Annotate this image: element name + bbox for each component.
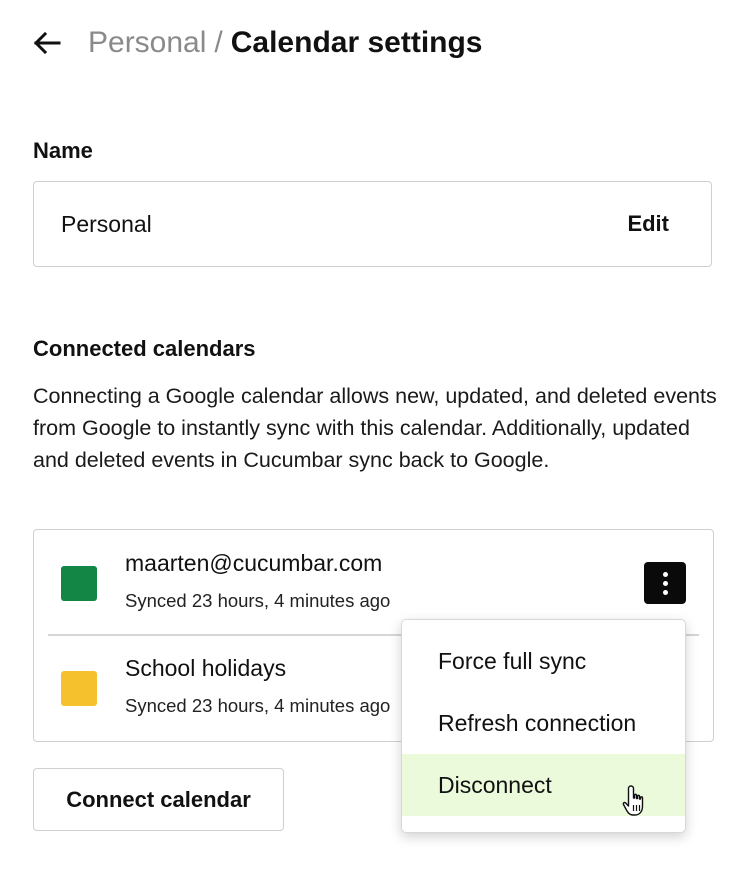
calendar-color-swatch <box>61 566 97 601</box>
back-arrow-icon[interactable] <box>33 29 61 57</box>
calendar-sync-status: Synced 23 hours, 4 minutes ago <box>125 590 391 611</box>
page-title: Calendar settings <box>230 26 483 59</box>
calendar-color-swatch <box>61 671 97 706</box>
calendar-options-menu: Force full sync Refresh connection Disco… <box>401 619 686 833</box>
calendar-sync-status: Synced 23 hours, 4 minutes ago <box>125 695 391 716</box>
connect-calendar-button[interactable]: Connect calendar <box>33 768 284 831</box>
more-options-icon[interactable] <box>644 562 686 604</box>
calendar-name: maarten@cucumbar.com <box>125 550 383 576</box>
breadcrumb-separator: / <box>214 26 223 59</box>
menu-item-disconnect[interactable]: Disconnect <box>402 754 685 816</box>
hand-pointer-icon <box>622 785 644 816</box>
menu-item-refresh-connection[interactable]: Refresh connection <box>402 692 685 754</box>
breadcrumb-parent[interactable]: Personal <box>88 26 206 60</box>
calendar-name: School holidays <box>125 655 287 681</box>
menu-item-disconnect-label: Disconnect <box>438 771 552 798</box>
name-label: Name <box>33 138 93 163</box>
page-header: Personal / Calendar settings <box>33 22 482 64</box>
connected-calendars-description: Connecting a Google calendar allows new,… <box>33 384 717 472</box>
connected-calendars-label: Connected calendars <box>33 336 256 361</box>
name-value: Personal <box>61 210 152 237</box>
name-field: Personal Edit <box>33 181 712 267</box>
edit-name-button[interactable]: Edit <box>627 211 669 237</box>
menu-item-force-full-sync[interactable]: Force full sync <box>402 630 685 692</box>
